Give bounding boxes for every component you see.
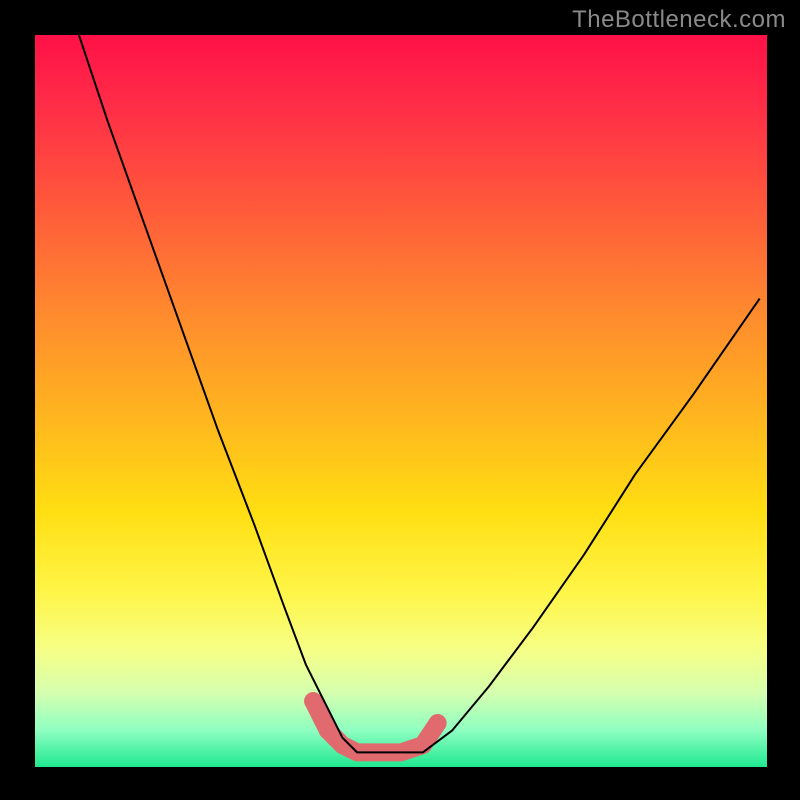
bottleneck-curve-line <box>79 35 760 752</box>
optimal-band-cap <box>319 721 337 739</box>
curve-layer <box>35 35 767 767</box>
bottleneck-curve-path <box>79 35 760 752</box>
optimal-band-cap <box>429 714 447 732</box>
optimal-band-highlight <box>304 692 446 754</box>
watermark-text: TheBottleneck.com <box>572 6 786 34</box>
chart-frame: TheBottleneck.com <box>0 0 800 800</box>
optimal-band-cap <box>304 692 322 710</box>
